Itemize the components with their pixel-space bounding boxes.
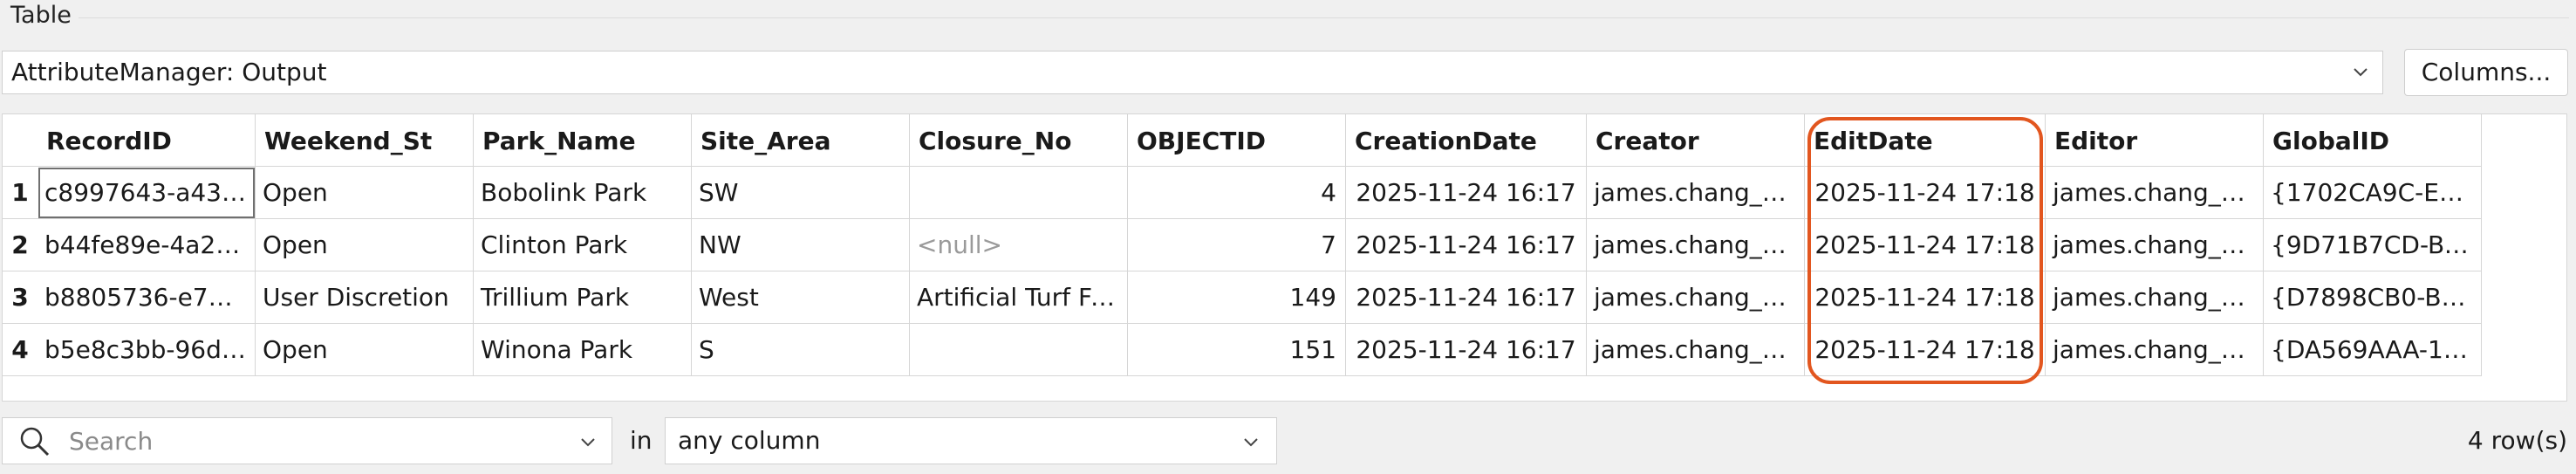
table-cell[interactable]: b44fe89e-4a22... bbox=[38, 219, 256, 271]
table-cell[interactable]: c8997643-a430... bbox=[38, 167, 256, 219]
header-creationdate[interactable]: CreationDate bbox=[1346, 114, 1587, 167]
table-cell[interactable]: Trillium Park bbox=[474, 271, 692, 324]
table-cell[interactable] bbox=[910, 167, 1128, 219]
table-cell[interactable]: NW bbox=[692, 219, 910, 271]
table-cell[interactable]: 151 bbox=[1128, 324, 1346, 376]
columns-button[interactable]: Columns... bbox=[2404, 49, 2568, 96]
table-cell[interactable]: b5e8c3bb-96d0... bbox=[38, 324, 256, 376]
table-cell[interactable]: 2025-11-24 17:18 bbox=[1805, 271, 2046, 324]
null-cell[interactable]: <null> bbox=[910, 219, 1128, 271]
search-placeholder: Search bbox=[69, 427, 154, 456]
row-count: 4 row(s) bbox=[2467, 426, 2567, 455]
source-dropdown-value: AttributeManager: Output bbox=[11, 58, 327, 86]
search-icon bbox=[20, 427, 50, 457]
table-cell[interactable]: james.chang_safe bbox=[1587, 167, 1805, 219]
table-cell[interactable]: 2025-11-24 17:18 bbox=[1805, 219, 2046, 271]
header-recordid[interactable]: RecordID bbox=[38, 114, 256, 167]
table-cell[interactable]: james.chang_safe bbox=[1587, 324, 1805, 376]
table-cell[interactable] bbox=[910, 324, 1128, 376]
table-cell[interactable]: SW bbox=[692, 167, 910, 219]
row-number[interactable]: 2 bbox=[3, 219, 38, 271]
chevron-down-icon bbox=[1244, 438, 1258, 447]
table-cell[interactable]: james.chang_safe bbox=[2046, 271, 2264, 324]
attribute-table[interactable]: RecordID Weekend_St Park_Name Site_Area … bbox=[2, 113, 2567, 402]
table-cell[interactable]: {DA569AAA-1A... bbox=[2264, 324, 2482, 376]
chevron-down-icon bbox=[2354, 68, 2368, 77]
table-cell[interactable]: 2025-11-24 16:17 bbox=[1346, 271, 1587, 324]
table-cell[interactable]: Bobolink Park bbox=[474, 167, 692, 219]
table-cell[interactable]: S bbox=[692, 324, 910, 376]
table-cell[interactable]: james.chang_safe bbox=[1587, 219, 1805, 271]
row-number[interactable]: 3 bbox=[3, 271, 38, 324]
table-cell[interactable]: 2025-11-24 16:17 bbox=[1346, 324, 1587, 376]
table-cell[interactable]: 2025-11-24 17:18 bbox=[1805, 167, 2046, 219]
table-cell[interactable]: b8805736-e70e... bbox=[38, 271, 256, 324]
table-cell[interactable]: {9D71B7CD-BC... bbox=[2264, 219, 2482, 271]
table-cell[interactable]: Open bbox=[256, 219, 474, 271]
table-cell[interactable]: james.chang_safe bbox=[2046, 167, 2264, 219]
table-cell[interactable]: Clinton Park bbox=[474, 219, 692, 271]
header-park-name[interactable]: Park_Name bbox=[474, 114, 692, 167]
table-cell[interactable]: 4 bbox=[1128, 167, 1346, 219]
search-column-dropdown[interactable]: any column bbox=[665, 417, 1277, 464]
row-number[interactable]: 4 bbox=[3, 324, 38, 376]
header-site-area[interactable]: Site_Area bbox=[692, 114, 910, 167]
table-cell[interactable]: User Discretion bbox=[256, 271, 474, 324]
header-closure-no[interactable]: Closure_No bbox=[910, 114, 1128, 167]
search-in-label: in bbox=[630, 426, 653, 455]
title-divider bbox=[79, 17, 2569, 18]
table-cell[interactable]: Open bbox=[256, 167, 474, 219]
corner-header bbox=[3, 114, 38, 167]
header-globalid[interactable]: GlobalID bbox=[2264, 114, 2482, 167]
table-cell[interactable]: 7 bbox=[1128, 219, 1346, 271]
header-creator[interactable]: Creator bbox=[1587, 114, 1805, 167]
header-editor[interactable]: Editor bbox=[2046, 114, 2264, 167]
table-cell[interactable]: {D7898CB0-BE5... bbox=[2264, 271, 2482, 324]
search-column-value: any column bbox=[678, 426, 821, 455]
source-dropdown[interactable]: AttributeManager: Output bbox=[2, 51, 2383, 94]
table-cell[interactable]: james.chang_safe bbox=[2046, 324, 2264, 376]
header-objectid[interactable]: OBJECTID bbox=[1128, 114, 1346, 167]
table-cell[interactable]: james.chang_safe bbox=[2046, 219, 2264, 271]
table-cell[interactable]: 2025-11-24 17:18 bbox=[1805, 324, 2046, 376]
chevron-down-icon[interactable] bbox=[580, 434, 596, 450]
row-number[interactable]: 1 bbox=[3, 167, 38, 219]
search-input[interactable]: Search bbox=[2, 417, 612, 464]
table-cell[interactable]: 2025-11-24 16:17 bbox=[1346, 219, 1587, 271]
table-cell[interactable]: 149 bbox=[1128, 271, 1346, 324]
table-cell[interactable]: Artificial Turf Fi... bbox=[910, 271, 1128, 324]
panel-title: Table bbox=[10, 2, 72, 29]
table-cell[interactable]: Winona Park bbox=[474, 324, 692, 376]
header-editdate[interactable]: EditDate bbox=[1805, 114, 2046, 167]
header-weekend-st[interactable]: Weekend_St bbox=[256, 114, 474, 167]
table-cell[interactable]: james.chang_safe bbox=[1587, 271, 1805, 324]
table-cell[interactable]: {1702CA9C-E5F... bbox=[2264, 167, 2482, 219]
table-cell[interactable]: Open bbox=[256, 324, 474, 376]
table-cell[interactable]: 2025-11-24 16:17 bbox=[1346, 167, 1587, 219]
table-cell[interactable]: West bbox=[692, 271, 910, 324]
